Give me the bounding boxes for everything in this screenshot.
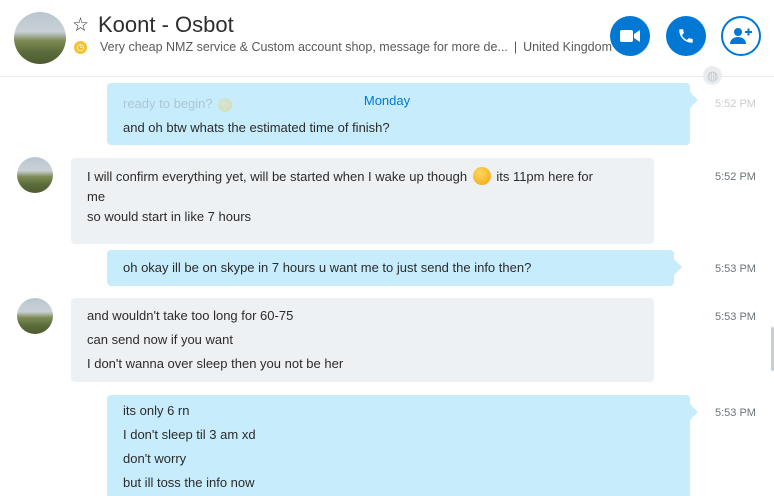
audio-call-button[interactable]	[666, 16, 706, 56]
star-outline-icon[interactable]: ☆	[72, 14, 89, 37]
sender-avatar[interactable]	[17, 298, 53, 334]
globe-icon[interactable]: ◍	[703, 66, 722, 85]
separator: |	[513, 40, 518, 54]
video-camera-icon	[620, 30, 640, 42]
video-call-button[interactable]	[610, 16, 650, 56]
message-line: me	[87, 189, 106, 204]
smiling-emoji-icon	[472, 167, 491, 185]
message-line: don't worry	[123, 451, 187, 466]
message-time: 5:53 PM	[715, 263, 756, 275]
mood-message: Very cheap NMZ service & Custom account …	[100, 40, 612, 54]
message-line: and wouldn't take too long for 60-75	[87, 308, 294, 323]
day-divider: Monday	[363, 93, 411, 108]
add-people-button[interactable]	[721, 16, 761, 56]
location: United Kingdom	[523, 40, 613, 54]
message-outgoing[interactable]: its only 6 rn I don't sleep til 3 am xd …	[107, 395, 698, 496]
message-line: I don't sleep til 3 am xd	[123, 427, 256, 442]
sender-avatar[interactable]	[17, 157, 53, 193]
message-incoming[interactable]: I will confirm everything yet, will be s…	[71, 158, 654, 244]
message-line: I don't wanna over sleep then you not be…	[87, 356, 344, 371]
phone-icon	[679, 29, 693, 43]
message-time: 5:52 PM	[715, 171, 756, 183]
contact-avatar[interactable]	[14, 12, 66, 64]
clock-icon: ◷	[74, 41, 87, 54]
message-incoming[interactable]: and wouldn't take too long for 60-75 can…	[71, 298, 654, 382]
message-time: 5:53 PM	[715, 311, 756, 323]
message-line: and oh btw whats the estimated time of f…	[123, 120, 390, 135]
message-line: its only 6 rn	[123, 403, 190, 418]
message-line: so would start in like 7 hours	[87, 209, 252, 224]
message-line: oh okay ill be on skype in 7 hours u wan…	[123, 260, 532, 275]
message-list[interactable]: Monday ready to begin? and oh btw whats …	[0, 77, 774, 496]
message-time: 5:53 PM	[715, 407, 756, 419]
conversation-header: ☆ Koont - Osbot ◷ Very cheap NMZ service…	[0, 0, 774, 77]
add-person-icon	[730, 28, 752, 44]
mood-text: Very cheap NMZ service & Custom account …	[100, 40, 508, 54]
contact-name[interactable]: Koont - Osbot	[98, 12, 234, 38]
message-line: but ill toss the info now	[123, 475, 255, 490]
message-outgoing[interactable]: oh okay ill be on skype in 7 hours u wan…	[107, 250, 682, 286]
message-line: can send now if you want	[87, 332, 233, 347]
message-line: I will confirm everything yet, will be s…	[87, 167, 593, 185]
